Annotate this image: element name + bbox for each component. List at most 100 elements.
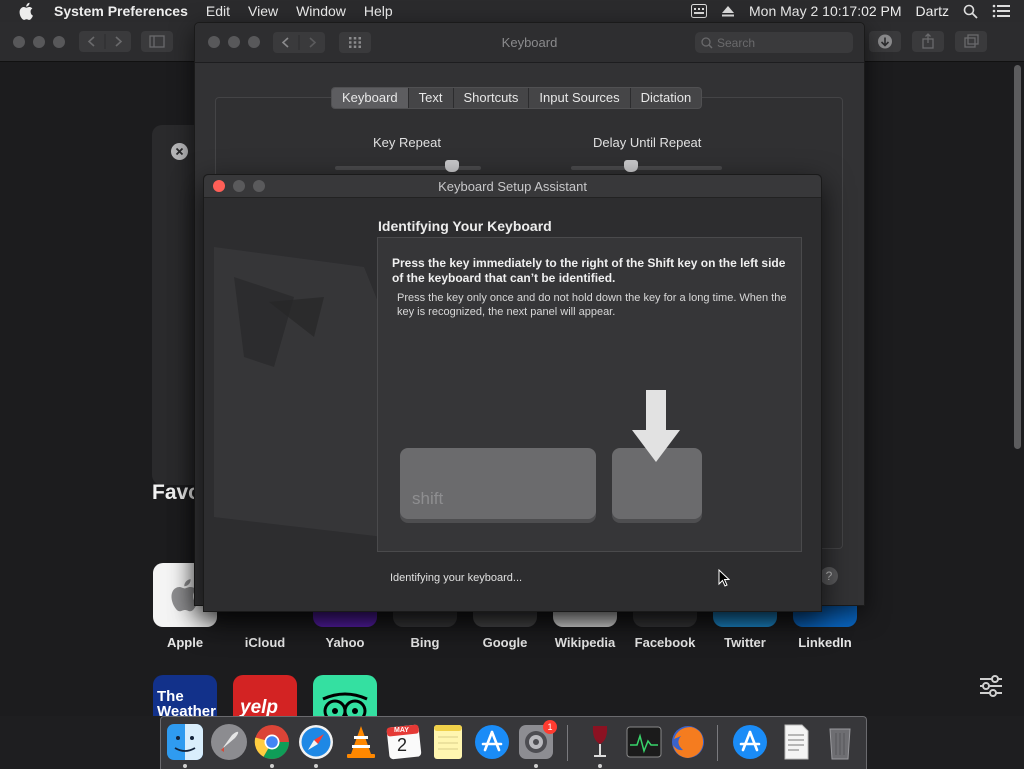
assistant-status: Identifying your keyboard... (390, 572, 523, 584)
customize-start-page-icon[interactable] (978, 673, 1004, 699)
favorite-yelp[interactable]: yelp (233, 675, 297, 716)
menu-bar: System Preferences Edit View Window Help… (0, 0, 1024, 22)
wikipedia-tile (553, 610, 617, 627)
dock-separator (567, 725, 568, 761)
apple-menu-icon[interactable] (19, 2, 35, 20)
favorite-label: iCloud (244, 635, 286, 650)
menu-help[interactable]: Help (364, 3, 393, 19)
running-indicator (183, 764, 187, 768)
key-repeat-slider-knob[interactable] (444, 160, 459, 172)
notification-center-icon[interactable] (992, 4, 1010, 18)
safari-close-button[interactable] (13, 36, 25, 48)
share-icon[interactable] (912, 31, 944, 52)
favorite-label: Facebook (634, 635, 696, 650)
tab-text[interactable]: Text (409, 88, 454, 108)
menubar-clock[interactable]: Mon May 2 10:17:02 PM (749, 3, 902, 19)
firefox-icon (672, 726, 704, 758)
app-store-folder-icon (733, 725, 767, 759)
spotlight-search-icon[interactable] (963, 4, 978, 19)
key-repeat-label: Key Repeat (373, 135, 441, 150)
favorite-label: Apple (166, 635, 204, 650)
trash-icon (829, 728, 851, 760)
downloads-icon[interactable] (869, 31, 901, 52)
help-label: ? (825, 569, 833, 583)
activity-monitor-icon (626, 726, 662, 758)
weather-tile-label: The Weather (157, 688, 216, 716)
eject-icon[interactable] (721, 5, 735, 17)
menu-edit[interactable]: Edit (206, 3, 230, 19)
dock-calendar[interactable]: MAY 2 (385, 723, 423, 761)
favorite-label: Wikipedia (554, 635, 616, 650)
delay-until-repeat-slider[interactable] (571, 166, 722, 170)
dock-trash[interactable] (821, 723, 859, 761)
facebook-tile (633, 610, 697, 627)
sp-search-field[interactable]: Search (695, 32, 853, 53)
safari-back-forward-buttons[interactable] (79, 31, 131, 52)
calendar-month: MAY (394, 727, 409, 734)
key-repeat-slider[interactable] (335, 166, 481, 170)
keyboard-setup-assistant-window: Keyboard Setup Assistant Identifying You… (203, 174, 822, 612)
dock: MAY 2 1 (160, 716, 867, 769)
scrollbar[interactable] (1014, 65, 1021, 449)
menubar-user[interactable]: Dartz (916, 3, 949, 19)
favorite-the-weather-channel[interactable]: The Weather (153, 675, 217, 716)
favorite-label: Google (482, 635, 528, 650)
tab-keyboard[interactable]: Keyboard (332, 88, 409, 108)
dock-document[interactable] (777, 723, 815, 761)
dock-safari[interactable] (297, 723, 335, 761)
sidebar-toggle-icon[interactable] (141, 31, 173, 52)
launchpad-rocket-icon (211, 724, 247, 760)
notification-badge: 1 (543, 720, 557, 734)
keyboard-tab-bar: Keyboard Text Shortcuts Input Sources Di… (331, 87, 703, 109)
dock-app-store-utility[interactable] (731, 723, 769, 761)
safari-compass-icon (299, 725, 333, 759)
favorite-label: Twitter (724, 635, 766, 650)
delay-until-repeat-slider-knob[interactable] (624, 160, 639, 172)
tab-input-sources[interactable]: Input Sources (529, 88, 631, 108)
dock-notes[interactable] (429, 723, 467, 761)
app-name-menu[interactable]: System Preferences (54, 3, 188, 19)
chrome-icon (254, 725, 289, 759)
system-preferences-toolbar: Keyboard Search (195, 23, 864, 63)
mouse-cursor-icon (718, 569, 730, 587)
keyboard-viewer-icon[interactable] (691, 4, 708, 18)
dock-activity-monitor[interactable] (625, 723, 663, 761)
menu-window[interactable]: Window (296, 3, 346, 19)
tab-shortcuts[interactable]: Shortcuts (454, 88, 530, 108)
dock-app-store[interactable] (473, 723, 511, 761)
safari-minimize-button[interactable] (33, 36, 45, 48)
assistant-titlebar: Keyboard Setup Assistant (204, 175, 821, 198)
yelp-tile-label: yelp (240, 697, 279, 716)
dock-google-chrome[interactable] (253, 723, 291, 761)
close-icon (175, 147, 184, 156)
dock-launchpad[interactable] (210, 723, 248, 761)
dock-separator (717, 725, 718, 761)
yahoo-tile (313, 610, 377, 627)
document-icon (784, 724, 809, 760)
menu-view[interactable]: View (248, 3, 278, 19)
dock-wine[interactable] (581, 723, 619, 761)
favorite-tripadvisor[interactable] (313, 675, 377, 716)
twitter-tile (713, 610, 777, 627)
assistant-title: Keyboard Setup Assistant (438, 179, 587, 194)
favorite-label: LinkedIn (798, 635, 852, 650)
dock-finder[interactable] (166, 723, 204, 761)
safari-zoom-button[interactable] (53, 36, 65, 48)
wine-glass-icon (592, 726, 608, 757)
help-button[interactable]: ? (820, 567, 838, 585)
card-close-button[interactable] (171, 143, 188, 160)
search-placeholder: Search (717, 35, 756, 50)
dock-system-preferences[interactable]: 1 (517, 720, 557, 761)
shift-key-graphic: shift (400, 448, 596, 519)
bing-tile (393, 610, 457, 627)
assistant-heading: Identifying Your Keyboard (378, 218, 552, 234)
identify-instruction: Press the key immediately to the right o… (392, 256, 786, 285)
running-indicator (534, 764, 538, 768)
dock-vlc[interactable] (342, 723, 380, 761)
tabs-overview-icon[interactable] (955, 31, 987, 52)
delay-until-repeat-label: Delay Until Repeat (593, 135, 702, 150)
running-indicator (598, 764, 602, 768)
tab-dictation[interactable]: Dictation (631, 88, 702, 108)
notes-icon (434, 725, 462, 759)
dock-firefox[interactable] (669, 723, 707, 761)
